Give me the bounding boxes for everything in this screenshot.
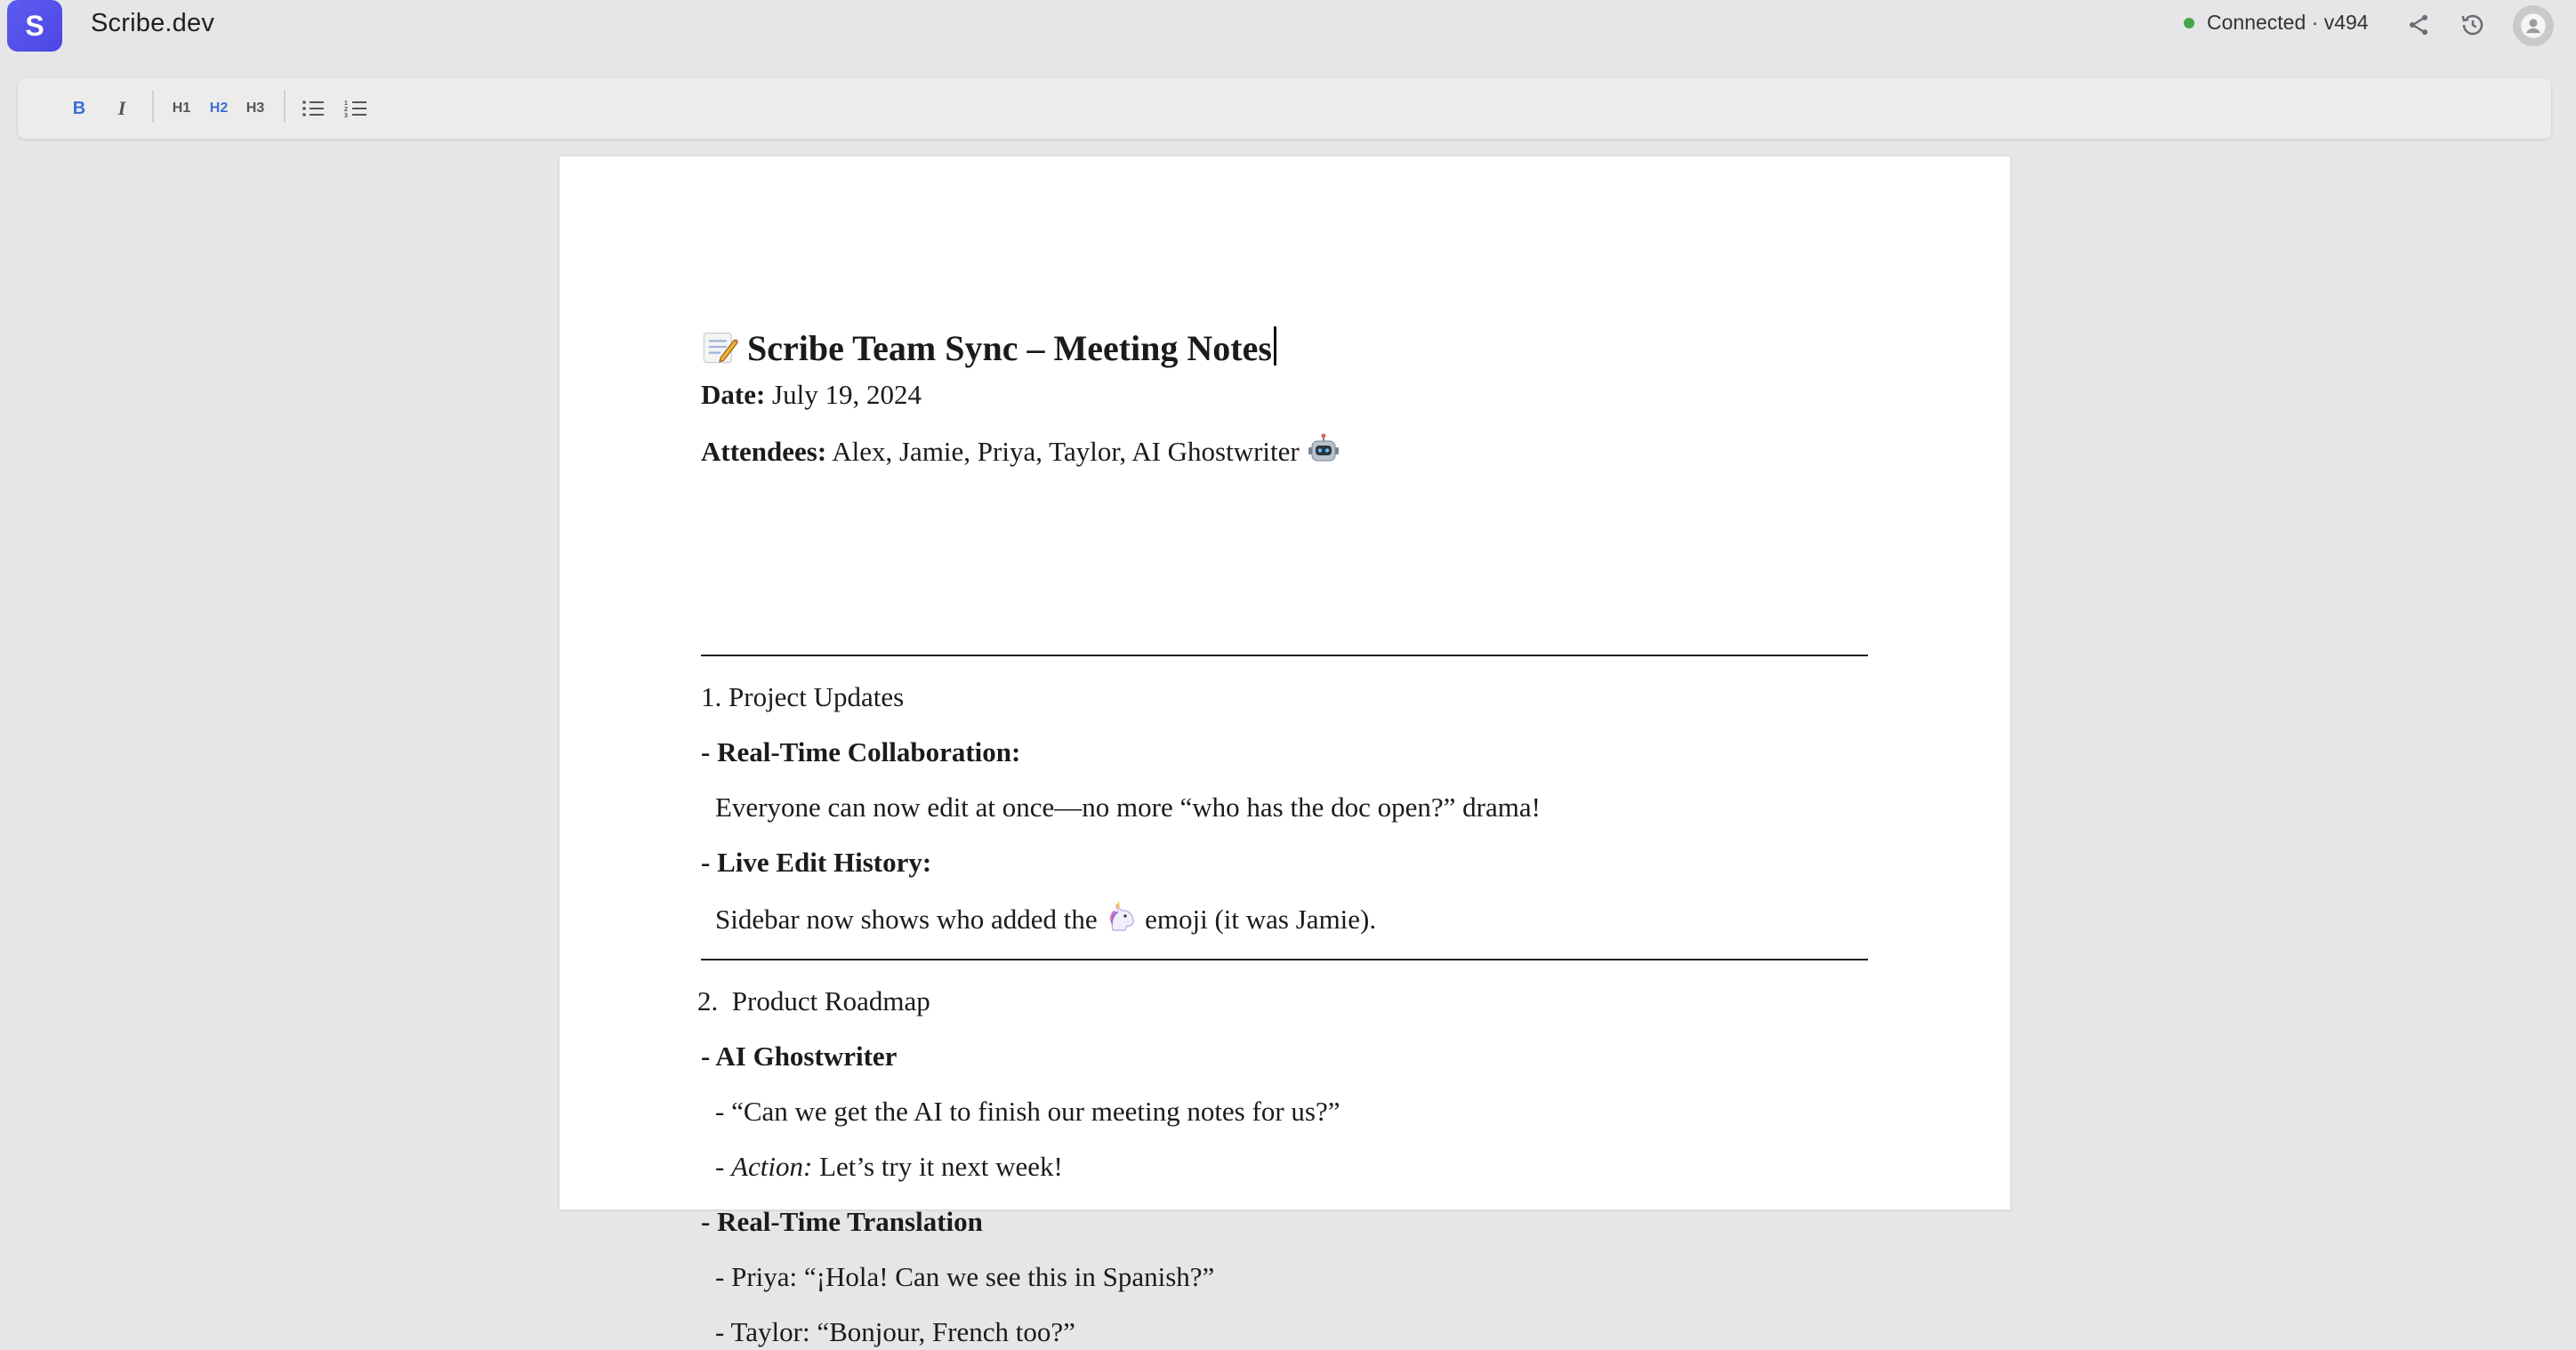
h1-button[interactable]: H1 [166,93,197,124]
body-text: emoji (it was Jamie). [1145,904,1377,935]
robot-emoji-icon [1308,433,1339,462]
list-bullet: - [701,1206,718,1237]
action-text: Let’s try it next week! [812,1151,1063,1182]
section-number: 2. [697,985,719,1017]
section-heading-product-roadmap[interactable]: 2. Product Roadmap [697,984,930,1019]
app-title: Scribe.dev [91,9,215,37]
svg-text:2: 2 [344,107,348,113]
share-icon [2409,14,2428,36]
document-page[interactable]: Scribe Team Sync – Meeting Notes Date: J… [559,157,2010,1347]
account-icon [2521,13,2546,38]
list-item-body[interactable]: Sidebar now shows who added the emoji (i… [715,900,1376,937]
bullet-list-icon [302,100,324,117]
formatting-toolbar: B I H1 H2 H3 1 2 3 [18,78,2551,139]
text-cursor [1273,326,1276,366]
list-item-title: Live Edit History: [717,847,932,878]
list-item[interactable]: - Live Edit History: [701,845,931,880]
numbered-list-button[interactable]: 1 2 3 [341,93,371,124]
list-item-title: Real-Time Collaboration: [717,736,1021,767]
sub-list-item[interactable]: - Action: Let’s try it next week! [715,1149,1063,1185]
horizontal-rule [701,959,1868,960]
h2-button[interactable]: H2 [204,93,234,124]
svg-text:3: 3 [344,113,348,118]
unicorn-emoji-icon [1110,901,1135,931]
italic-button[interactable]: I [107,93,137,124]
bold-button[interactable]: B [64,93,94,124]
list-item[interactable]: - Real-Time Collaboration: [701,735,1020,770]
document-title-text: Scribe Team Sync – Meeting Notes [747,328,1272,368]
body-text: Sidebar now shows who added the [715,904,1098,935]
attendees-label: Attendees: [701,436,827,467]
top-bar: S Scribe.dev Connected · v494 [0,0,2576,52]
list-bullet: - [701,1041,716,1072]
user-avatar[interactable] [2513,5,2554,46]
app-logo[interactable]: S [7,0,62,52]
list-item-title: Real-Time Translation [717,1206,983,1237]
numbered-list-icon: 1 2 3 [344,100,366,118]
svg-text:1: 1 [344,100,348,107]
date-line[interactable]: Date: July 19, 2024 [701,377,922,413]
action-label: Action: [731,1151,813,1182]
list-bullet: - [701,736,718,767]
memo-emoji-icon [703,332,738,364]
sub-list-item[interactable]: - “Can we get the AI to finish our meeti… [715,1094,1340,1129]
attendees-line[interactable]: Attendees: Alex, Jamie, Priya, Taylor, A… [701,432,1340,470]
document-title[interactable]: Scribe Team Sync – Meeting Notes [701,324,1276,374]
list-item-body[interactable]: Everyone can now edit at once—no more “w… [715,790,1541,825]
list-item[interactable]: - AI Ghostwriter [701,1039,897,1074]
section-heading-project-updates[interactable]: 1. Project Updates [701,679,904,715]
toolbar-divider [152,91,154,123]
sub-list-item[interactable]: - Taylor: “Bonjour, French too?” [715,1314,1075,1350]
horizontal-rule [701,655,1868,656]
history-icon [2461,14,2483,36]
attendees-value: Alex, Jamie, Priya, Taylor, AI Ghostwrit… [832,436,1300,467]
toolbar-divider [284,91,286,123]
history-button[interactable] [2457,9,2489,41]
connection-status: Connected · v494 [2184,11,2369,35]
status-dot-icon [2184,17,2194,28]
list-item[interactable]: - Real-Time Translation [701,1204,983,1240]
list-bullet: - [715,1151,732,1182]
status-text: Connected · v494 [2207,11,2369,34]
section-title: Product Roadmap [731,985,930,1017]
h3-button[interactable]: H3 [240,93,270,124]
list-item-title: AI Ghostwriter [715,1041,898,1072]
sub-list-item[interactable]: - Priya: “¡Hola! Can we see this in Span… [715,1259,1214,1295]
date-value: July 19, 2024 [772,379,922,410]
bullet-list-button[interactable] [298,93,328,124]
list-bullet: - [701,847,718,878]
date-label: Date: [701,379,766,410]
share-button[interactable] [2403,9,2435,41]
